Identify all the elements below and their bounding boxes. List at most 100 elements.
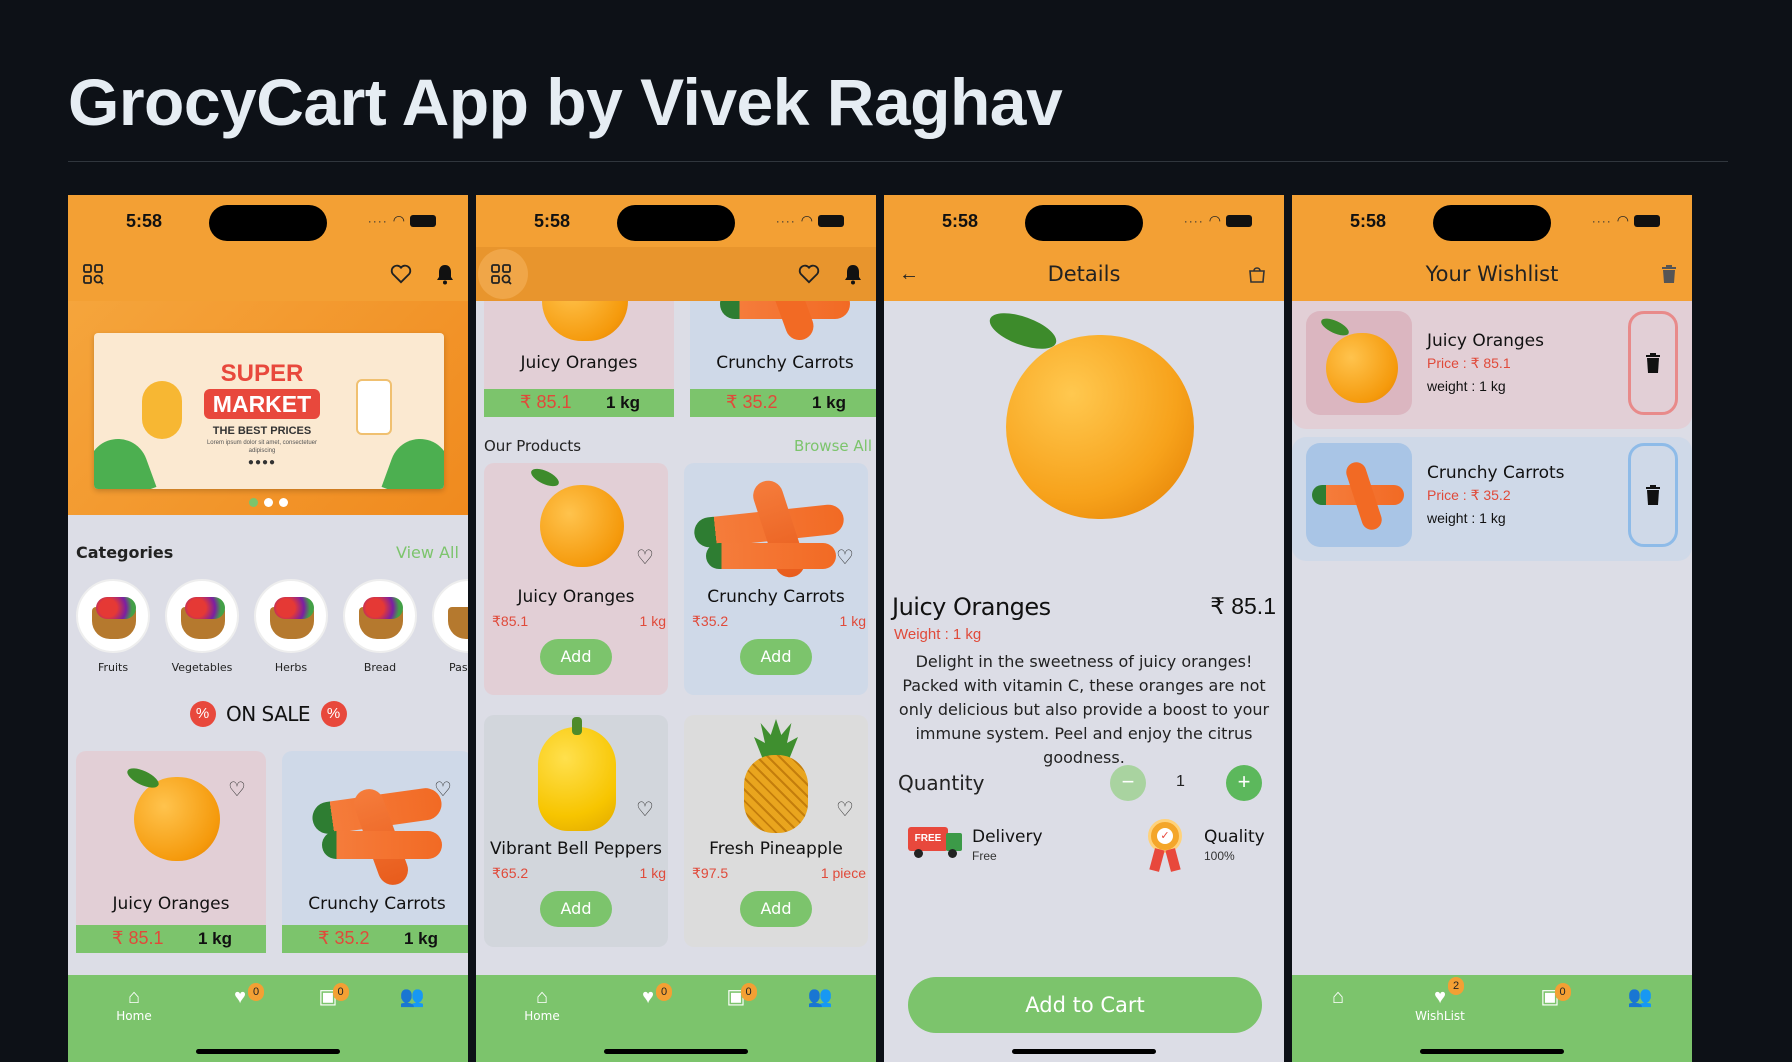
nav-wishlist[interactable]: ♥ 2 WishList (1410, 977, 1470, 1023)
details-orange-image (1006, 335, 1194, 519)
dynamic-island (209, 205, 327, 241)
heart-icon[interactable]: ♡ (634, 547, 656, 569)
orange-image (134, 777, 220, 861)
screen-home: 5:58 ···· ◠ SUPER MARKET THE BEST PRICES… (68, 195, 468, 1062)
heart-icon[interactable] (796, 261, 822, 287)
nav-wishlist[interactable]: ♥ 0 (618, 983, 678, 1009)
product-name: Juicy Oranges (517, 587, 635, 607)
add-button[interactable]: Add (740, 891, 812, 927)
sale-card-oranges[interactable]: ♡ Juicy Oranges (76, 751, 266, 951)
heart-icon[interactable]: ♡ (432, 779, 454, 801)
wishlist-item-oranges[interactable]: Juicy Oranges Price : ₹ 85.1 weight : 1 … (1292, 301, 1692, 429)
product-card-carrots[interactable]: ♡ Crunchy Carrots ₹35.2 1 kg Add (684, 463, 868, 695)
quantity-label: Quantity (898, 771, 985, 795)
nav-home[interactable]: ⌂ Home (104, 985, 164, 1023)
nav-wishlist[interactable]: ♥ 0 (210, 983, 270, 1009)
product-name: Crunchy Carrots (308, 894, 446, 914)
bell-icon[interactable] (840, 261, 866, 287)
nav-cart[interactable]: ▣ 0 (1520, 983, 1580, 1009)
category-fruits[interactable] (76, 579, 150, 653)
banner-dots: ●●●● (247, 457, 277, 468)
product-card-peppers[interactable]: ♡ Vibrant Bell Peppers ₹65.2 1 kg Add (484, 715, 668, 947)
category-grid-icon[interactable] (488, 261, 514, 287)
sale-price-bar: ₹ 85.1 1 kg (76, 925, 266, 953)
category-label: Pas (449, 661, 468, 674)
add-button[interactable]: Add (540, 891, 612, 927)
wishlist-name: Crunchy Carrots (1427, 463, 1565, 483)
sale-price: ₹ 85.1 (112, 928, 164, 948)
view-all-link[interactable]: View All (396, 543, 459, 562)
bag-icon[interactable] (1244, 261, 1270, 287)
banner-market: MARKET (204, 389, 320, 419)
category-bread[interactable] (343, 579, 417, 653)
product-card-pineapple[interactable]: ♡ Fresh Pineapple ₹97.5 1 piece Add (684, 715, 868, 947)
sale-price: ₹ 35.2 (726, 392, 778, 412)
wishlist-item-carrots[interactable]: Crunchy Carrots Price : ₹ 35.2 weight : … (1292, 437, 1692, 561)
percent-icon: % (320, 701, 347, 727)
product-name: Juicy Oranges (892, 593, 1051, 621)
quantity-decrement-button[interactable]: − (1110, 765, 1146, 801)
nav-home[interactable]: ⌂ Home (512, 985, 572, 1023)
sale-price: ₹ 35.2 (318, 928, 370, 948)
heart-icon: ♥ 0 (234, 983, 265, 1009)
banner-small-text: Lorem ipsum dolor sit amet, consectetuer… (206, 440, 318, 454)
carrot-image (322, 831, 442, 859)
on-sale-heading: % ON SALE % (68, 701, 468, 727)
banner-card: SUPER MARKET THE BEST PRICES Lorem ipsum… (94, 333, 444, 489)
product-price: ₹ 85.1 (1210, 593, 1276, 619)
status-bar: 5:58 ···· ◠ (476, 195, 876, 247)
wishlist-badge: 0 (248, 983, 265, 1001)
trash-icon[interactable] (1656, 261, 1682, 287)
product-description: Delight in the sweetness of juicy orange… (898, 652, 1270, 767)
banner-pineapple-mascot (142, 381, 182, 439)
app-bar (476, 247, 876, 301)
heart-icon[interactable]: ♡ (634, 799, 656, 821)
category-vegetables[interactable] (165, 579, 239, 653)
pineapple-image (744, 755, 808, 833)
details-title: Details (1047, 262, 1121, 286)
category-grid-icon[interactable] (80, 261, 106, 287)
nav-profile[interactable]: 👥 (1610, 985, 1670, 1009)
category-label: Vegetables (171, 661, 233, 674)
status-icons: ···· ◠ (368, 212, 436, 229)
quality-subtitle: 100% (1204, 849, 1235, 863)
pineapple-crown (754, 719, 798, 759)
orange-image (1326, 333, 1398, 403)
battery-icon (410, 214, 436, 227)
add-to-cart-button[interactable]: Add to Cart (908, 977, 1262, 1033)
product-card-oranges[interactable]: ♡ Juicy Oranges ₹85.1 1 kg Add (484, 463, 668, 695)
delivery-title: Delivery (972, 827, 1043, 847)
category-herbs[interactable] (254, 579, 328, 653)
sale-weight: 1 kg (198, 929, 233, 948)
quantity-increment-button[interactable]: + (1226, 765, 1262, 801)
banner-page-indicator[interactable] (249, 498, 288, 507)
heart-icon[interactable]: ♡ (226, 779, 248, 801)
add-button[interactable]: Add (540, 639, 612, 675)
wishlist-delete-button[interactable] (1628, 311, 1678, 415)
bag-icon: ▣ 0 (319, 983, 349, 1009)
category-pasta[interactable] (432, 579, 468, 653)
app-bar (68, 247, 468, 301)
nav-cart[interactable]: ▣ 0 (298, 983, 358, 1009)
nav-cart[interactable]: ▣ 0 (706, 983, 766, 1009)
home-icon: ⌂ (1331, 986, 1345, 1008)
product-weight: Weight : 1 kg (894, 626, 982, 643)
heart-icon[interactable] (388, 261, 414, 287)
sale-card-carrots[interactable]: ♡ Crunchy Carrots (282, 751, 468, 951)
wishlist-weight: weight : 1 kg (1427, 510, 1506, 526)
heart-icon[interactable]: ♡ (834, 547, 856, 569)
wishlist-delete-button[interactable] (1628, 443, 1678, 547)
add-button[interactable]: Add (740, 639, 812, 675)
banner-leaf-left (94, 430, 157, 489)
nav-profile[interactable]: 👥 (790, 985, 850, 1009)
nav-profile[interactable]: 👥 (382, 985, 442, 1009)
promo-banner[interactable]: SUPER MARKET THE BEST PRICES Lorem ipsum… (68, 301, 468, 515)
home-indicator (604, 1049, 748, 1054)
heart-icon[interactable]: ♡ (834, 799, 856, 821)
wifi-icon: ◠ (1208, 212, 1221, 228)
orange-leaf (124, 764, 162, 792)
nav-home[interactable]: ⌂ (1308, 985, 1368, 1009)
bell-icon[interactable] (432, 261, 458, 287)
browse-all-link[interactable]: Browse All (794, 437, 872, 455)
wishlist-thumb (1306, 443, 1412, 547)
